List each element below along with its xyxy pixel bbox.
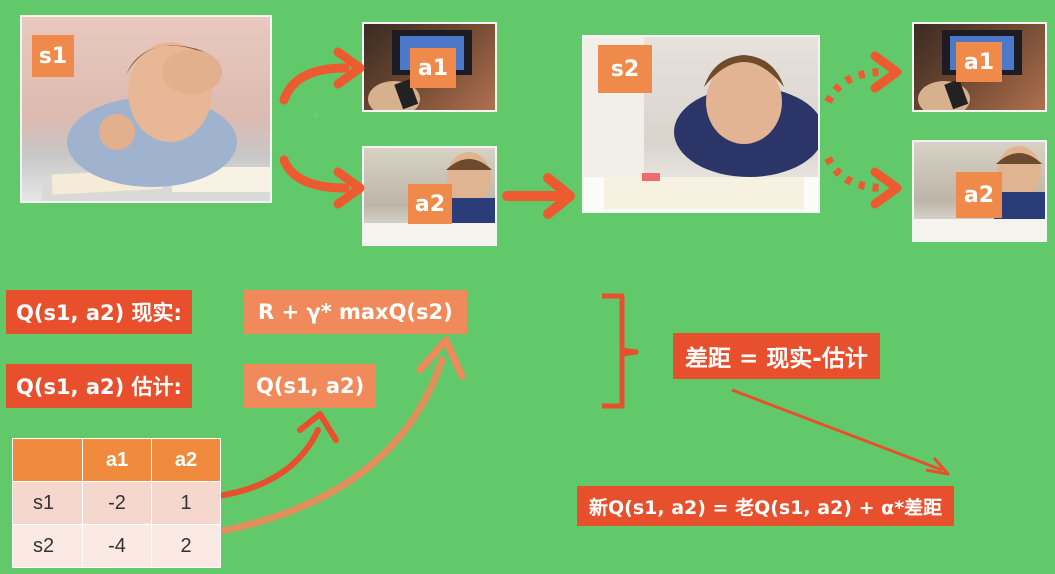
q-table-s2-a2: 2: [151, 524, 221, 568]
q-table-header-a1: a1: [82, 438, 152, 482]
q-table-s2-a1: -4: [82, 524, 152, 568]
right-brace: [602, 293, 639, 409]
arrow-gap-to-update: [731, 388, 943, 472]
reality-label: Q(s1, a2) 现实:: [6, 290, 192, 334]
q-table: a1 a2 s1 -2 1 s2 -4 2: [12, 438, 221, 568]
q-table-header-row: a1 a2: [12, 438, 221, 482]
table-row: s1 -2 1: [12, 481, 221, 525]
estimate-value: Q(s1, a2): [244, 364, 377, 408]
reality-value: R + γ* maxQ(s2): [244, 290, 467, 334]
q-table-header-a2: a2: [151, 438, 221, 482]
q-table-state-s2: s2: [12, 524, 83, 568]
update-formula: 新Q(s1, a2) = 老Q(s1, a2) + α*差距: [577, 486, 955, 526]
q-table-state-s1: s1: [12, 481, 83, 525]
q-table-corner: [12, 438, 83, 482]
q-table-s1-a2: 1: [151, 481, 221, 525]
estimate-label: Q(s1, a2) 估计:: [6, 364, 192, 408]
q-table-s1-a1: -2: [82, 481, 152, 525]
table-row: s2 -4 2: [12, 524, 221, 568]
gap-formula: 差距 = 现实-估计: [673, 333, 880, 379]
